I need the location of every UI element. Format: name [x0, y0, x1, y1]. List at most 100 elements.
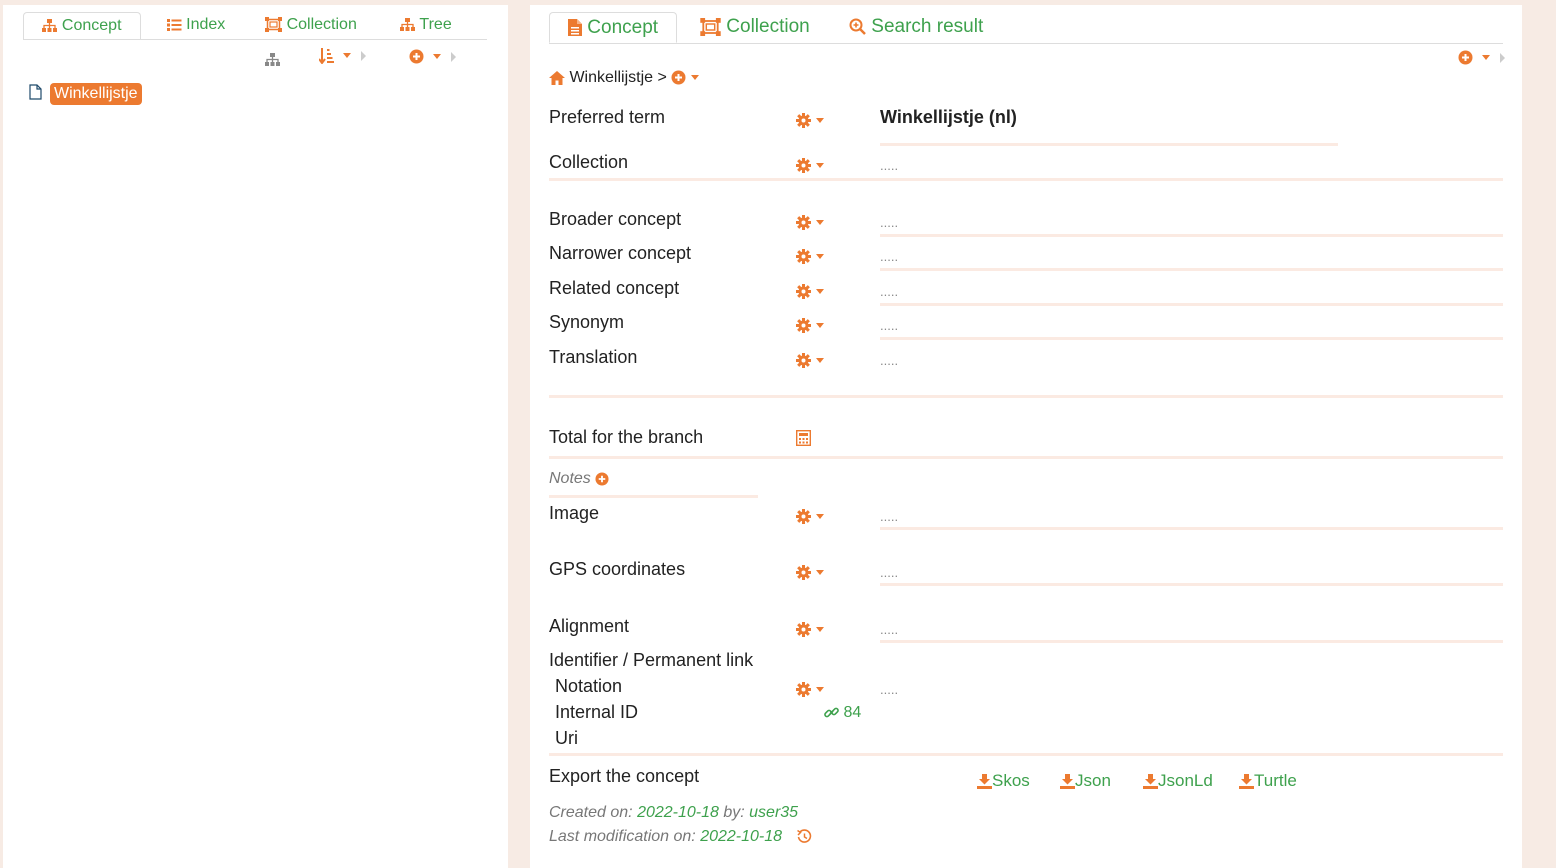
related-concept-label: Related concept [549, 278, 680, 298]
tree-node[interactable]: Winkellijstje [50, 83, 142, 105]
modified-label: Last modification on: [549, 828, 696, 845]
tab-tree[interactable]: Tree [393, 12, 459, 40]
chevron-right-icon [451, 51, 457, 62]
breadcrumb-item[interactable]: Winkellijstje [569, 69, 653, 86]
plus-circle-icon[interactable] [671, 70, 686, 85]
synonym-value[interactable]: ..... [880, 318, 898, 333]
tab-search-result[interactable]: Search result [849, 12, 983, 43]
preferred-term-label: Preferred term [549, 107, 666, 127]
by-label: by: [723, 804, 745, 821]
link-icon [824, 705, 839, 720]
gear-menu[interactable] [796, 246, 824, 266]
internal-id-label: Internal ID [555, 702, 639, 722]
broader-concept-value[interactable]: ..... [880, 215, 898, 230]
tab-concept[interactable]: Concept [23, 12, 141, 40]
related-concept-value[interactable]: ..... [880, 284, 898, 299]
tab-index[interactable]: Index [161, 12, 231, 40]
calculator-icon[interactable] [795, 429, 812, 451]
chevron-down-icon [815, 118, 824, 124]
gear-menu[interactable] [796, 155, 824, 175]
export-turtle-label: Turtle [1254, 771, 1297, 790]
tab-label: Concept [587, 17, 659, 38]
add-menu[interactable] [1458, 47, 1506, 67]
narrower-concept-value[interactable]: ..... [880, 249, 898, 264]
gear-menu[interactable] [796, 562, 824, 582]
divider [880, 303, 1503, 306]
chevron-down-icon [815, 687, 824, 693]
gear-icon [796, 113, 811, 129]
export-skos-button[interactable]: Skos [977, 771, 1030, 791]
chevron-down-icon [1481, 55, 1490, 61]
gear-menu[interactable] [796, 619, 824, 639]
divider [549, 395, 1503, 398]
tab-concept[interactable]: Concept [549, 12, 678, 43]
divider [880, 640, 1503, 643]
total-branch-label: Total for the branch [549, 427, 704, 447]
hierarchy-icon[interactable] [265, 51, 280, 71]
collection-icon [265, 17, 283, 33]
concept-panel: Concept Collection Search result Winkell… [530, 5, 1522, 868]
chevron-down-icon [815, 358, 824, 364]
plus-circle-icon [1458, 50, 1473, 65]
tab-collection[interactable]: Collection [700, 12, 810, 43]
download-icon [977, 774, 992, 790]
tab-label: Index [186, 16, 226, 33]
plus-circle-icon [409, 49, 424, 64]
sitemap-icon [400, 18, 416, 32]
sitemap-icon [42, 19, 58, 33]
divider [880, 268, 1503, 271]
image-label: Image [549, 503, 600, 523]
gear-menu[interactable] [796, 212, 824, 232]
chevron-down-icon[interactable] [690, 75, 699, 81]
tab-collection[interactable]: Collection [259, 12, 363, 40]
translation-label: Translation [549, 347, 638, 367]
chevron-down-icon [815, 514, 824, 520]
plus-circle-icon[interactable] [595, 472, 609, 486]
export-json-label: Json [1075, 771, 1111, 790]
history-icon[interactable] [796, 829, 812, 844]
gear-icon [796, 565, 811, 581]
gear-menu[interactable] [796, 110, 824, 130]
tab-divider [549, 43, 1503, 44]
gear-menu[interactable] [796, 350, 824, 370]
export-jsonld-button[interactable]: JsonLd [1143, 771, 1213, 791]
narrower-concept-label: Narrower concept [549, 243, 692, 263]
breadcrumb-separator: > [657, 69, 667, 86]
chevron-down-icon [815, 627, 824, 633]
tree-panel: Concept Index Collection Tree Winkellijs… [3, 5, 508, 868]
collection-label: Collection [549, 152, 629, 172]
tab-divider [23, 39, 487, 40]
gear-icon [796, 682, 811, 698]
chevron-down-icon [342, 53, 351, 59]
broader-concept-label: Broader concept [549, 209, 682, 229]
translation-value[interactable]: ..... [880, 353, 898, 368]
gear-icon [796, 353, 811, 369]
image-value[interactable]: ..... [880, 509, 898, 524]
tab-label: Search result [871, 16, 984, 37]
export-turtle-button[interactable]: Turtle [1239, 771, 1297, 791]
collection-value[interactable]: ..... [880, 158, 898, 173]
export-label: Export the concept [549, 766, 700, 786]
gps-value[interactable]: ..... [880, 565, 898, 580]
document-icon [568, 19, 582, 37]
created-info: Created on: 2022-10-18 by: user35 [549, 804, 798, 822]
internal-id-link[interactable]: 84 [824, 704, 861, 722]
alignment-value[interactable]: ..... [880, 622, 898, 637]
gear-menu[interactable] [796, 315, 824, 335]
created-user[interactable]: user35 [749, 804, 798, 821]
gear-icon [796, 158, 811, 174]
export-json-button[interactable]: Json [1060, 771, 1111, 791]
gear-menu[interactable] [796, 281, 824, 301]
notation-value[interactable]: ..... [880, 682, 898, 697]
chevron-right-icon [1500, 52, 1506, 63]
synonym-label: Synonym [549, 312, 625, 332]
add-menu[interactable] [409, 46, 457, 66]
identifier-label: Identifier / Permanent link [549, 650, 754, 670]
sort-menu[interactable] [319, 45, 367, 65]
gear-menu[interactable] [796, 506, 824, 526]
file-icon [29, 84, 42, 105]
preferred-term-value[interactable]: Winkellijstje (nl) [880, 107, 1017, 128]
gear-menu[interactable] [796, 679, 824, 699]
alignment-label: Alignment [549, 616, 630, 636]
home-icon[interactable] [549, 70, 565, 85]
